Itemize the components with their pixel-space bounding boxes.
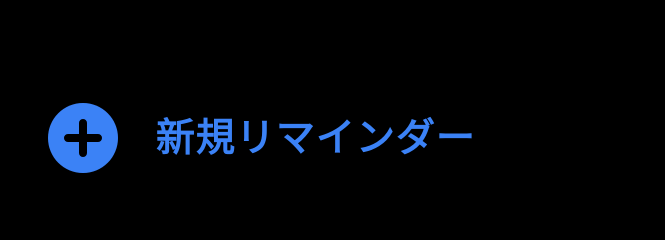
reminders-screen: 新規リマインダー xyxy=(0,0,665,236)
plus-circle-icon xyxy=(48,103,118,173)
new-reminder-label: 新規リマインダー xyxy=(156,115,477,161)
new-reminder-button[interactable]: 新規リマインダー xyxy=(48,103,477,173)
